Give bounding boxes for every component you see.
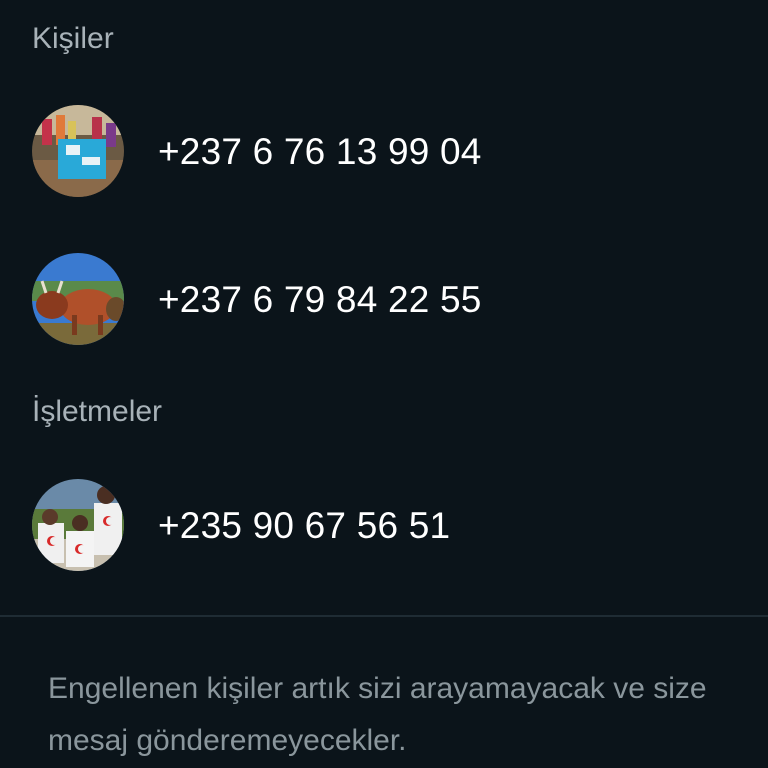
- business-row[interactable]: +235 90 67 56 51: [0, 479, 768, 589]
- contact-phone-number: +237 6 76 13 99 04: [158, 131, 482, 172]
- divider: [0, 615, 768, 617]
- contacts-section-header: Kişiler: [32, 22, 114, 55]
- contact-avatar[interactable]: [32, 105, 124, 197]
- businesses-section-header: İşletmeler: [32, 395, 163, 428]
- children-photo-avatar-image: [32, 479, 124, 571]
- contact-row[interactable]: +237 6 79 84 22 55: [0, 253, 768, 363]
- contact-phone-number: +237 6 79 84 22 55: [158, 279, 482, 320]
- group-photo-avatar-image: [32, 105, 124, 197]
- business-phone-number: +235 90 67 56 51: [158, 505, 451, 546]
- contact-row[interactable]: +237 6 76 13 99 04: [0, 105, 768, 215]
- blocked-info-text: Engellenen kişiler artık sizi arayamayac…: [48, 672, 707, 757]
- contact-avatar[interactable]: [32, 253, 124, 345]
- business-avatar[interactable]: [32, 479, 124, 571]
- cattle-photo-avatar-image: [32, 253, 124, 345]
